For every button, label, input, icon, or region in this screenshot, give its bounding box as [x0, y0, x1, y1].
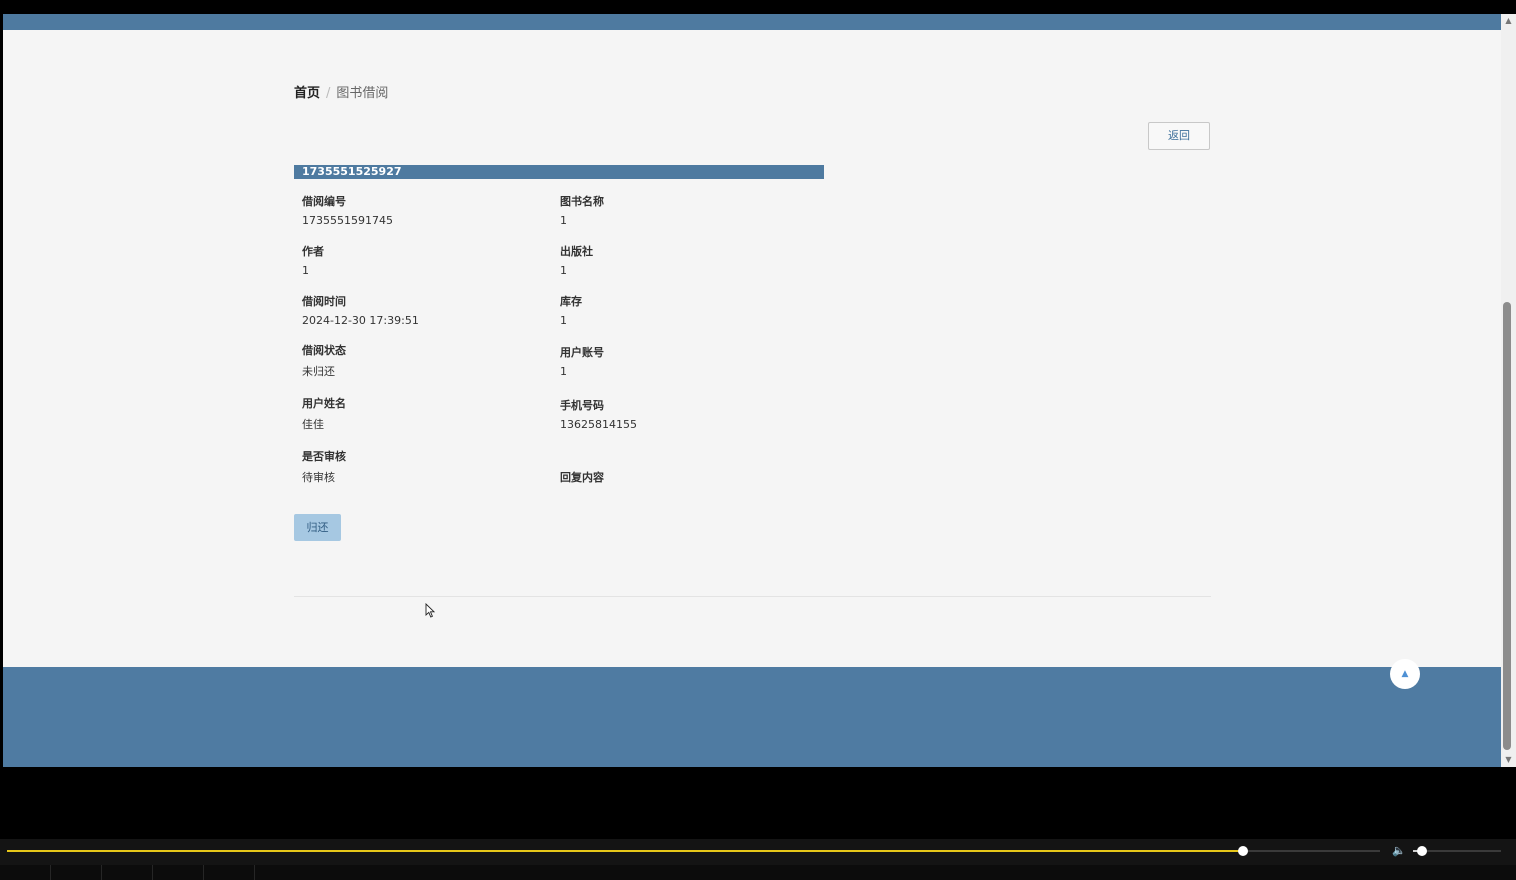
breadcrumb: 首页 / 图书借阅 [294, 82, 388, 101]
detail-field-review-status: 是否审核 待审核 [302, 448, 346, 485]
header-bar [3, 14, 1501, 30]
seek-bar[interactable] [7, 846, 1380, 856]
detail-field-book-name: 图书名称 1 [560, 193, 604, 227]
field-value: 1 [560, 314, 567, 327]
taskbar-item[interactable] [50, 865, 101, 880]
detail-field-user-name: 用户姓名 佳佳 [302, 395, 346, 432]
scroll-down-arrow-icon[interactable]: ▼ [1501, 753, 1516, 767]
field-label: 借阅时间 [302, 295, 346, 308]
field-value: 13625814155 [560, 418, 637, 431]
detail-field-stock: 库存 1 [560, 293, 582, 327]
breadcrumb-home-link[interactable]: 首页 [294, 86, 320, 101]
seek-handle[interactable] [1237, 846, 1248, 856]
field-value: 1 [560, 264, 567, 277]
field-label: 是否审核 [302, 450, 346, 463]
breadcrumb-separator: / [326, 86, 331, 101]
field-value: 待审核 [302, 471, 335, 484]
field-value: 2024-12-30 17:39:51 [302, 314, 419, 327]
field-label: 库存 [560, 295, 582, 308]
field-value: 1735551591745 [302, 214, 393, 227]
detail-field-borrow-status: 借阅状态 未归还 [302, 342, 346, 379]
field-label: 图书名称 [560, 195, 604, 208]
taskbar-item[interactable] [254, 865, 1492, 880]
field-label: 用户账号 [560, 346, 604, 359]
back-to-top-button[interactable]: ▲ [1390, 659, 1420, 689]
browser-viewport: 首页 / 图书借阅 返回 1735551525927 借阅编号 1735551591… [3, 14, 1501, 767]
field-label: 手机号码 [560, 399, 604, 412]
vertical-scrollbar[interactable]: ▲ ▼ [1501, 14, 1516, 767]
field-value: 佳佳 [302, 418, 324, 431]
seek-progress [7, 850, 1243, 852]
field-value: 未归还 [302, 365, 335, 378]
taskbar-item[interactable] [152, 865, 203, 880]
media-controls: 🔈 [0, 839, 1516, 865]
field-label: 作者 [302, 245, 324, 258]
field-label: 出版社 [560, 245, 593, 258]
mouse-pointer-icon [425, 603, 435, 618]
detail-field-reply: 回复内容 [560, 469, 604, 490]
field-value: 1 [560, 365, 567, 378]
taskbar [0, 865, 1516, 880]
volume-icon[interactable]: 🔈 [1392, 844, 1406, 858]
detail-field-author: 作者 1 [302, 243, 324, 277]
field-label: 借阅状态 [302, 344, 346, 357]
return-book-button[interactable]: 归还 [294, 514, 341, 541]
taskbar-item[interactable] [203, 865, 254, 880]
detail-field-borrow-id: 借阅编号 1735551591745 [302, 193, 393, 227]
field-value: 1 [560, 214, 567, 227]
taskbar-item[interactable] [101, 865, 152, 880]
volume-slider[interactable] [1413, 846, 1501, 856]
detail-field-user-account: 用户账号 1 [560, 344, 604, 378]
chevron-up-icon: ▲ [1401, 669, 1409, 679]
scrollbar-thumb[interactable] [1503, 302, 1511, 750]
divider [294, 596, 1211, 597]
field-label: 借阅编号 [302, 195, 346, 208]
field-label: 用户姓名 [302, 397, 346, 410]
breadcrumb-current: 图书借阅 [336, 86, 389, 101]
detail-field-borrow-time: 借阅时间 2024-12-30 17:39:51 [302, 293, 419, 327]
back-button[interactable]: 返回 [1148, 122, 1210, 150]
field-value: 1 [302, 264, 309, 277]
field-label: 回复内容 [560, 471, 604, 484]
footer [3, 667, 1501, 767]
detail-field-phone: 手机号码 13625814155 [560, 397, 637, 431]
scroll-up-arrow-icon[interactable]: ▲ [1501, 14, 1516, 28]
volume-handle[interactable] [1416, 846, 1427, 856]
detail-field-publisher: 出版社 1 [560, 243, 593, 277]
record-title: 1735551525927 [294, 165, 824, 179]
